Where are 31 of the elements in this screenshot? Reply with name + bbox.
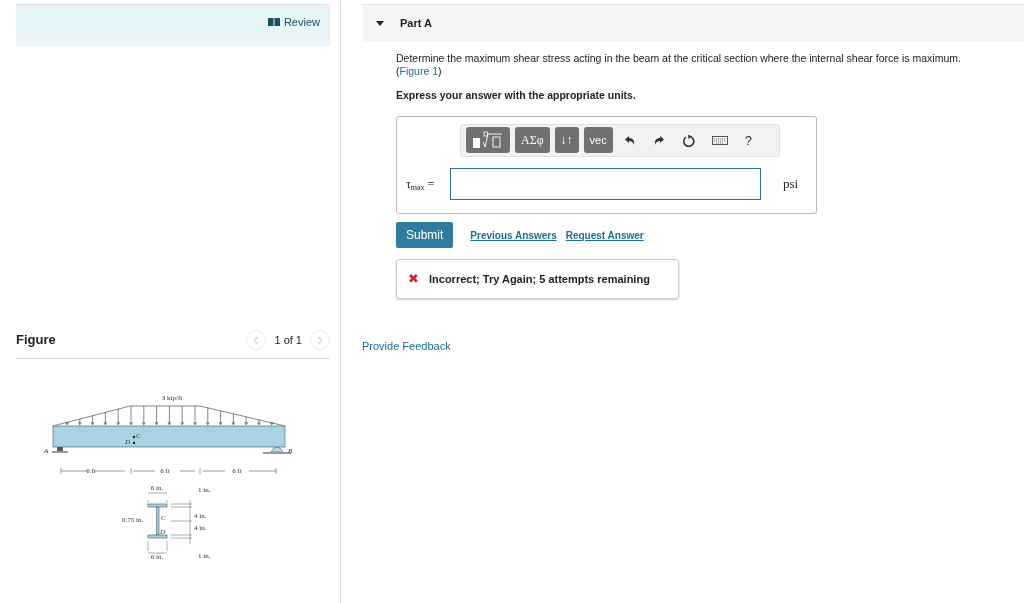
dimension-line xyxy=(147,492,193,554)
page-indicator: 1 of 1 xyxy=(274,332,302,348)
help-button[interactable]: ? xyxy=(738,130,758,150)
question-text: Determine the maximum shear stress acting in the beam at the critical section where the internal shear force is maximum. xyxy=(396,52,962,65)
unit-label: psi xyxy=(783,175,799,193)
roller-support-drawing xyxy=(52,447,68,453)
pin-support-drawing xyxy=(263,446,291,454)
request-answer-link[interactable]: Request Answer xyxy=(565,229,644,241)
feedback-message: Incorrect; Try Again; 5 attempts remaining xyxy=(429,271,650,287)
instruction-text: Express your answer with the appropriate units. xyxy=(396,88,637,103)
greek-symbols-button[interactable]: ΑΣφ xyxy=(515,127,550,154)
part-header[interactable]: Part A xyxy=(362,4,1024,42)
chevron-left-icon xyxy=(253,335,260,345)
vector-button[interactable]: vec xyxy=(583,127,613,154)
answer-field[interactable] xyxy=(450,167,761,200)
provide-feedback-link[interactable]: Provide Feedback xyxy=(362,337,451,355)
previous-answers-link[interactable]: Previous Answers xyxy=(470,229,557,241)
parenthesis: ( xyxy=(396,65,400,77)
variable-label: τ$_{max}$ = xyxy=(406,175,436,193)
i-beam-section-drawing xyxy=(147,503,168,539)
point-c-dot xyxy=(132,435,136,439)
point-d-dot xyxy=(132,441,136,445)
figure-title: Figure xyxy=(16,331,56,350)
review-link[interactable]: Review xyxy=(267,14,320,31)
book-icon xyxy=(267,18,280,27)
parenthesis: ) xyxy=(438,65,442,77)
incorrect-icon: ✖ xyxy=(408,269,419,289)
template-button[interactable] xyxy=(466,127,510,154)
submit-button[interactable]: Submit xyxy=(396,221,454,248)
arrows-button[interactable]: ↓↑ xyxy=(554,127,579,154)
chevron-right-icon xyxy=(317,335,323,345)
